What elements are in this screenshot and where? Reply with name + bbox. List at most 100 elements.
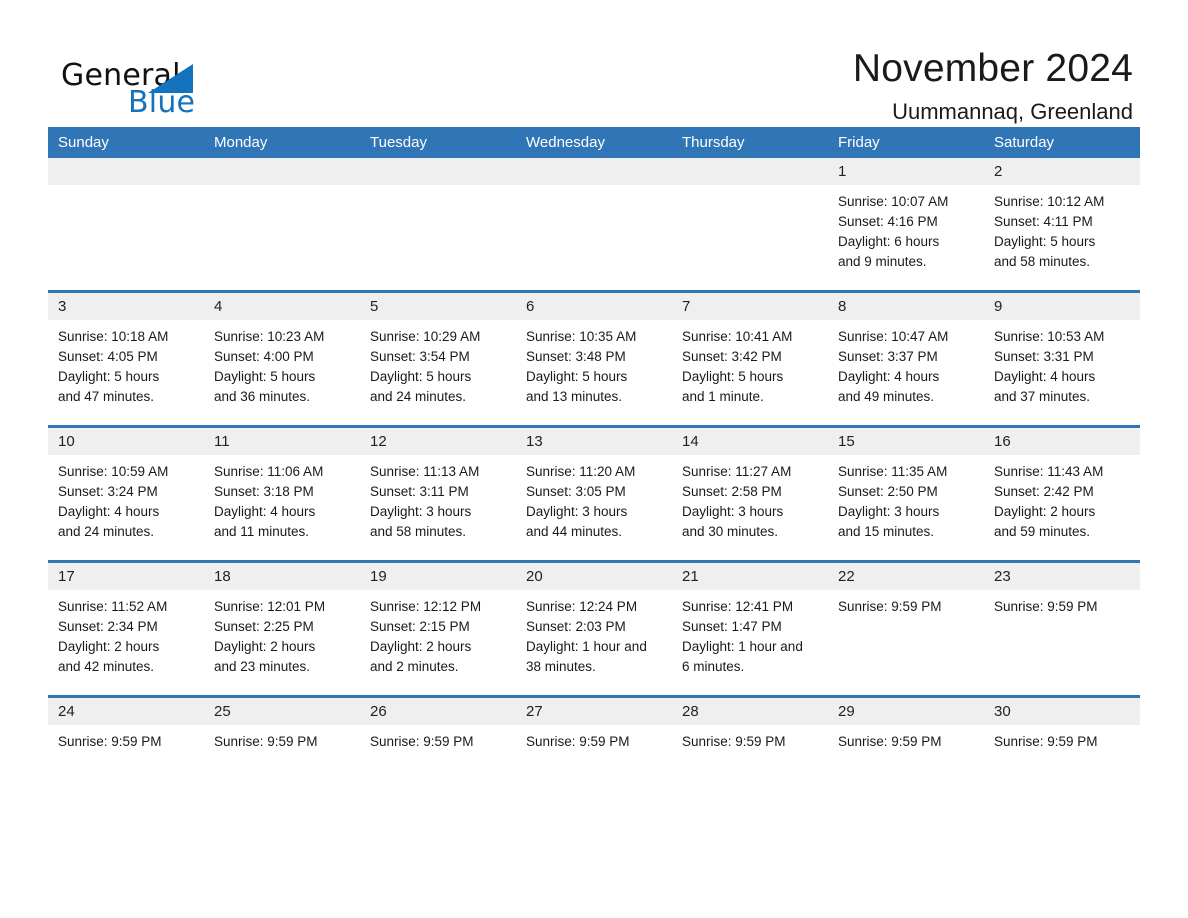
calendar-day-cell[interactable]: 4 Sunrise: 10:23 AM Sunset: 4:00 PM Dayligh…	[204, 293, 360, 425]
day-number-band: 7	[672, 293, 828, 320]
day-detail-line: Sunset: 4:00 PM	[214, 349, 314, 364]
day-detail-line: Sunrise: 10:07 AM	[838, 194, 949, 209]
calendar-day-cell[interactable]: 2 Sunrise: 10:12 AM Sunset: 4:11 PM Dayligh…	[984, 158, 1140, 290]
day-detail-line: and 37 minutes.	[994, 389, 1091, 404]
page-header: General Blue November 2024 Uummannaq, Gr…	[48, 0, 1140, 123]
calendar-day-cell-empty	[204, 158, 360, 290]
day-number: 30	[994, 703, 1011, 720]
day-details: Sunrise: 10:47 AM Sunset: 3:37 PM Daylight…	[828, 320, 984, 407]
day-detail-line: Daylight: 5 hours	[682, 369, 784, 384]
calendar-day-cell[interactable]: 27 Sunrise: 9:59 PM	[516, 698, 672, 772]
day-detail-line: Daylight: 3 hours	[838, 504, 940, 519]
day-number-band: 22	[828, 563, 984, 590]
day-details: Sunrise: 11:13 AM Sunset: 3:11 PM Daylight…	[360, 455, 516, 542]
day-detail-line: Daylight: 2 hours	[370, 639, 472, 654]
day-number: 16	[994, 433, 1011, 450]
calendar-day-cell[interactable]: 29 Sunrise: 9:59 PM	[828, 698, 984, 772]
day-detail-line: Daylight: 2 hours	[58, 639, 160, 654]
calendar-grid: Sunday Monday Tuesday Wednesday Thursday Frid…	[48, 127, 1140, 772]
day-number-band: 26	[360, 698, 516, 725]
day-detail-line: Daylight: 4 hours	[994, 369, 1096, 384]
day-detail-line: Daylight: 1 hour and	[526, 639, 647, 654]
day-detail-line: Sunrise: 9:59 PM	[838, 599, 942, 614]
day-detail-line: Sunset: 3:54 PM	[370, 349, 470, 364]
general-blue-logo[interactable]: General Blue	[48, 48, 248, 120]
day-number: 12	[370, 433, 387, 450]
calendar-day-cell[interactable]: 15 Sunrise: 11:35 AM Sunset: 2:50 PM Daylig…	[828, 428, 984, 560]
day-detail-line: Sunrise: 9:59 PM	[994, 599, 1098, 614]
day-number-band: 14	[672, 428, 828, 455]
day-detail-line: Daylight: 4 hours	[214, 504, 316, 519]
day-number: 13	[526, 433, 543, 450]
day-detail-line: Daylight: 4 hours	[58, 504, 160, 519]
calendar-day-cell[interactable]: 12 Sunrise: 11:13 AM Sunset: 3:11 PM Daylig…	[360, 428, 516, 560]
day-detail-line: Sunset: 2:03 PM	[526, 619, 626, 634]
day-number-band: 11	[204, 428, 360, 455]
day-number-band: 23	[984, 563, 1140, 590]
day-number-band: 19	[360, 563, 516, 590]
day-detail-line: Sunset: 3:48 PM	[526, 349, 626, 364]
calendar-day-cell[interactable]: 17 Sunrise: 11:52 AM Sunset: 2:34 PM Daylig…	[48, 563, 204, 695]
calendar-day-cell[interactable]: 28 Sunrise: 9:59 PM	[672, 698, 828, 772]
day-detail-line: Sunrise: 10:35 AM	[526, 329, 637, 344]
day-detail-line: Daylight: 5 hours	[994, 234, 1096, 249]
day-number: 15	[838, 433, 855, 450]
calendar-day-cell[interactable]: 7 Sunrise: 10:41 AM Sunset: 3:42 PM Dayligh…	[672, 293, 828, 425]
calendar-week-row: 3 Sunrise: 10:18 AM Sunset: 4:05 PM Dayligh…	[48, 290, 1140, 425]
calendar-day-cell[interactable]: 1 Sunrise: 10:07 AM Sunset: 4:16 PM Dayligh…	[828, 158, 984, 290]
day-number: 9	[994, 298, 1003, 315]
day-detail-line: Daylight: 3 hours	[526, 504, 628, 519]
day-number: 17	[58, 568, 75, 585]
calendar-day-cell[interactable]: 22 Sunrise: 9:59 PM	[828, 563, 984, 695]
day-number-band: 8	[828, 293, 984, 320]
calendar-day-cell[interactable]: 8 Sunrise: 10:47 AM Sunset: 3:37 PM Dayligh…	[828, 293, 984, 425]
day-detail-line: Sunset: 2:34 PM	[58, 619, 158, 634]
calendar-day-cell[interactable]: 5 Sunrise: 10:29 AM Sunset: 3:54 PM Dayligh…	[360, 293, 516, 425]
day-number: 7	[682, 298, 691, 315]
day-detail-line: Sunset: 3:37 PM	[838, 349, 938, 364]
day-detail-line: Sunrise: 11:35 AM	[838, 464, 948, 479]
weekday-header-row: Sunday Monday Tuesday Wednesday Thursday Frid…	[48, 127, 1140, 158]
calendar-day-cell[interactable]: 23 Sunrise: 9:59 PM	[984, 563, 1140, 695]
day-number: 22	[838, 568, 855, 585]
day-detail-line: Sunrise: 12:24 PM	[526, 599, 638, 614]
day-detail-line: and 42 minutes.	[58, 659, 155, 674]
calendar-day-cell[interactable]: 16 Sunrise: 11:43 AM Sunset: 2:42 PM Daylig…	[984, 428, 1140, 560]
day-detail-line: Daylight: 5 hours	[58, 369, 160, 384]
calendar-day-cell[interactable]: 25 Sunrise: 9:59 PM	[204, 698, 360, 772]
calendar-day-cell[interactable]: 19 Sunrise: 12:12 PM Sunset: 2:15 PM Daylig…	[360, 563, 516, 695]
day-detail-line: Sunrise: 12:01 PM	[214, 599, 326, 614]
day-detail-line: Daylight: 3 hours	[370, 504, 472, 519]
day-number-band: 16	[984, 428, 1140, 455]
calendar-day-cell[interactable]: 6 Sunrise: 10:35 AM Sunset: 3:48 PM Dayligh…	[516, 293, 672, 425]
day-detail-line: Sunrise: 10:59 AM	[58, 464, 169, 479]
calendar-day-cell[interactable]: 21 Sunrise: 12:41 PM Sunset: 1:47 PM Daylig…	[672, 563, 828, 695]
calendar-day-cell[interactable]: 9 Sunrise: 10:53 AM Sunset: 3:31 PM Dayligh…	[984, 293, 1140, 425]
calendar-day-cell[interactable]: 11 Sunrise: 11:06 AM Sunset: 3:18 PM Daylig…	[204, 428, 360, 560]
calendar-week-row: 10 Sunrise: 10:59 AM Sunset: 3:24 PM Daylig…	[48, 425, 1140, 560]
day-number-band: 13	[516, 428, 672, 455]
day-detail-line: Sunset: 3:18 PM	[214, 484, 314, 499]
day-detail-line: Daylight: 1 hour and	[682, 639, 803, 654]
day-detail-line: Sunrise: 9:59 PM	[58, 734, 162, 749]
day-number-band: 2	[984, 158, 1140, 185]
calendar-day-cell[interactable]: 3 Sunrise: 10:18 AM Sunset: 4:05 PM Dayligh…	[48, 293, 204, 425]
day-detail-line: Daylight: 5 hours	[370, 369, 472, 384]
calendar-day-cell[interactable]: 18 Sunrise: 12:01 PM Sunset: 2:25 PM Daylig…	[204, 563, 360, 695]
calendar-day-cell[interactable]: 10 Sunrise: 10:59 AM Sunset: 3:24 PM Daylig…	[48, 428, 204, 560]
day-number-band: 9	[984, 293, 1140, 320]
day-detail-line: Sunset: 4:16 PM	[838, 214, 938, 229]
calendar-day-cell[interactable]: 14 Sunrise: 11:27 AM Sunset: 2:58 PM Daylig…	[672, 428, 828, 560]
day-number: 25	[214, 703, 231, 720]
day-details	[48, 185, 204, 192]
day-detail-line: Sunset: 3:05 PM	[526, 484, 626, 499]
weekday-header-thursday: Thursday	[682, 134, 745, 151]
calendar-day-cell[interactable]: 26 Sunrise: 9:59 PM	[360, 698, 516, 772]
day-detail-line: and 47 minutes.	[58, 389, 155, 404]
calendar-day-cell[interactable]: 24 Sunrise: 9:59 PM	[48, 698, 204, 772]
day-detail-line: and 24 minutes.	[58, 524, 155, 539]
calendar-day-cell[interactable]: 30 Sunrise: 9:59 PM	[984, 698, 1140, 772]
day-details: Sunrise: 10:35 AM Sunset: 3:48 PM Daylight…	[516, 320, 672, 407]
calendar-day-cell[interactable]: 13 Sunrise: 11:20 AM Sunset: 3:05 PM Daylig…	[516, 428, 672, 560]
calendar-day-cell[interactable]: 20 Sunrise: 12:24 PM Sunset: 2:03 PM Daylig…	[516, 563, 672, 695]
